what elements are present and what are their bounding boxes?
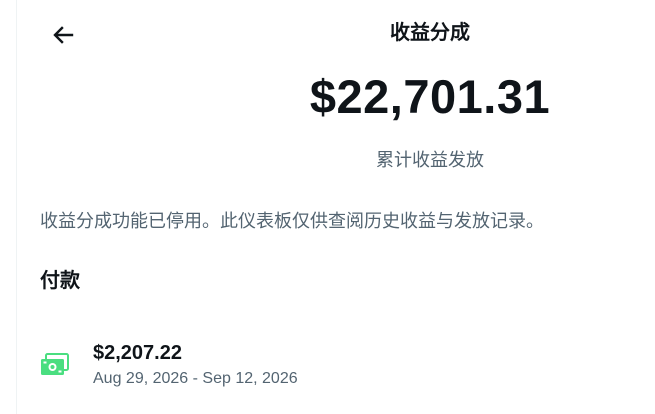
payout-period: Aug 29, 2026 - Sep 12, 2026 xyxy=(93,370,298,387)
left-border xyxy=(16,0,17,414)
cash-icon xyxy=(40,352,70,378)
payout-amount: $2,207.22 xyxy=(93,342,182,364)
page-title: 收益分成 xyxy=(390,20,470,44)
payout-list-item[interactable]: $2,207.22 Aug 29, 2026 - Sep 12, 2026 xyxy=(28,332,628,398)
arrow-left-icon xyxy=(51,23,75,47)
payouts-heading: 付款 xyxy=(40,268,80,292)
total-earnings-caption: 累计收益发放 xyxy=(376,150,484,171)
total-earnings-amount: $22,701.31 xyxy=(309,70,551,123)
deprecation-notice: 收益分成功能已停用。此仪表板仅供查阅历史收益与发放记录。 xyxy=(40,211,544,232)
back-button[interactable] xyxy=(44,16,82,54)
